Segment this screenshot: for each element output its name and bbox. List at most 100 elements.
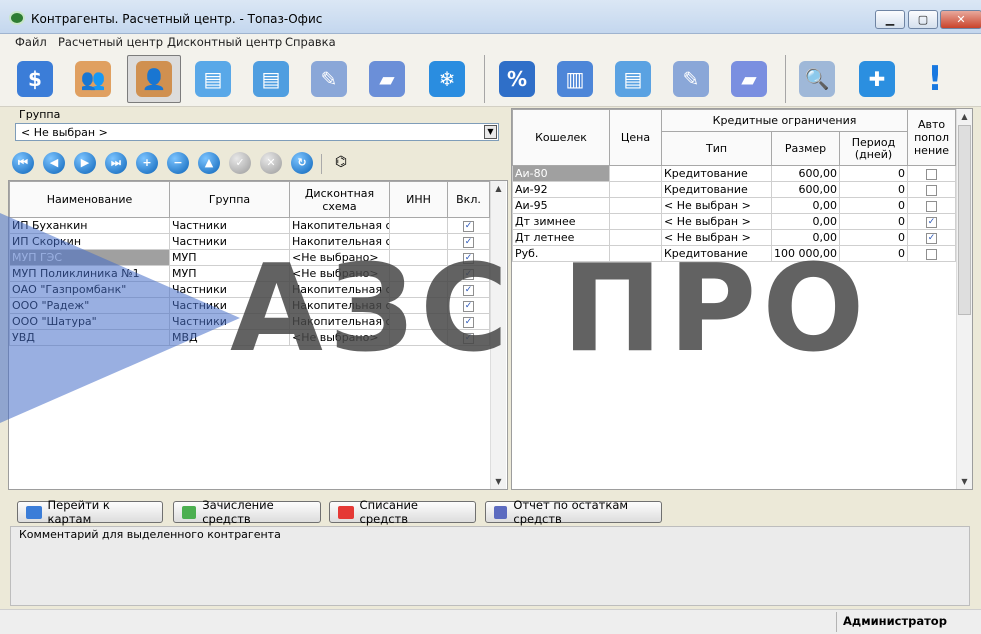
enabled-checkbox[interactable]: ✓ [463,332,474,344]
auto-refill-checkbox[interactable] [926,248,938,260]
debit-icon [338,505,354,519]
binoculars-icon[interactable]: ⌬ [330,154,352,174]
table-row[interactable]: ИП СкоркинЧастникиНакопительная ски ✓ [9,233,490,250]
right-table-scrollbar[interactable]: ▲ ▼ [956,109,972,489]
scroll-down-icon[interactable]: ▼ [491,474,506,489]
enabled-checkbox[interactable]: ✓ [463,236,474,248]
delete-record-icon[interactable]: − [167,152,189,174]
app-icon [9,11,25,25]
enabled-checkbox[interactable]: ✓ [463,300,474,312]
col-size[interactable]: Размер [771,131,840,166]
enabled-checkbox[interactable]: ✓ [463,316,474,328]
col-inn[interactable]: ИНН [389,181,448,218]
col-discount-scheme[interactable]: Дисконтная схема [289,181,390,218]
toolbar-btn-cards-blue[interactable]: ▤ [606,55,660,103]
col-type[interactable]: Тип [661,131,772,166]
close-button[interactable]: ✕ [940,10,981,29]
toolbar-btn-book[interactable]: ▰ [360,55,414,103]
table-row[interactable]: Дт летнее < Не выбран >0,00 0 ✓ [512,229,957,246]
debit-funds-button[interactable]: Списание средств [329,498,476,526]
toolbar-btn-users-pair[interactable]: 👤 [127,55,181,103]
col-auto-refill[interactable]: Авто попол нение [907,109,957,166]
table-row-selected[interactable]: Аи-80 Кредитование 600,00 0 [512,165,957,182]
table-row[interactable]: ООО "Радеж"ЧастникиНакопительная ски ✓ [9,297,490,314]
cell-wallet: Дт летнее [512,229,610,246]
toolbar-btn-card-file[interactable]: ▥ [548,55,602,103]
col-wallet[interactable]: Кошелек [512,109,610,166]
chevron-down-icon[interactable]: ▼ [484,125,497,139]
add-record-icon[interactable]: + [136,152,158,174]
scroll-up-icon[interactable]: ▲ [957,109,972,124]
cell-group: Частники [169,281,290,298]
enabled-checkbox[interactable]: ✓ [463,268,474,280]
scroll-down-icon[interactable]: ▼ [957,474,972,489]
first-record-icon[interactable]: ⏮ [12,152,34,174]
menu-help[interactable]: Справка [285,35,336,49]
auto-refill-checkbox[interactable] [926,168,938,180]
auto-refill-checkbox[interactable] [926,200,938,212]
table-row[interactable]: МУП Поликлиника №1 МУП <Не выбрано> ✓ [9,265,490,282]
toolbar-btn-exclamation[interactable]: ! [908,55,962,103]
table-row[interactable]: Аи-95 < Не выбран >0,00 0 [512,197,957,214]
toolbar-btn-snowflake[interactable]: ❄ [420,55,474,103]
toolbar-btn-puzzle[interactable]: ✚ [850,55,904,103]
col-period[interactable]: Период (дней) [838,131,909,166]
table-row[interactable]: Аи-92 Кредитование 600,00 0 [512,181,957,198]
refresh-icon[interactable]: ↻ [291,152,313,174]
toolbar-btn-discount[interactable]: % [490,55,544,103]
prev-record-icon[interactable]: ◀ [43,152,65,174]
col-group[interactable]: Группа [169,181,290,218]
table-row[interactable]: ОАО "Газпромбанк"ЧастникиНакопительная с… [9,281,490,298]
col-name[interactable]: Наименование [9,181,170,218]
group-select[interactable]: < Не выбран > ▼ [15,123,499,141]
up-icon[interactable]: ▲ [198,152,220,174]
menu-settlement-center[interactable]: Расчетный центр [58,35,163,49]
enabled-checkbox[interactable]: ✓ [463,284,474,296]
minimize-button[interactable]: ▁ [875,10,905,29]
table-row[interactable]: ООО "Шатура"ЧастникиНакопительная ски ✓ [9,313,490,330]
next-record-icon[interactable]: ▶ [74,152,96,174]
toolbar-btn-money[interactable]: $ [8,55,62,103]
status-separator [836,612,837,632]
cell-size: 0,00 [771,213,840,230]
balance-report-button[interactable]: Отчет по остаткам средств [485,498,662,526]
auto-refill-checkbox[interactable] [926,184,938,196]
enabled-checkbox[interactable]: ✓ [463,252,474,264]
toolbar-btn-folder-book[interactable]: ▰ [722,55,776,103]
toolbar-btn-cards[interactable]: ▤ [186,55,240,103]
credit-funds-button[interactable]: Зачисление средств [173,498,321,526]
go-to-cards-button[interactable]: Перейти к картам [17,498,163,526]
comment-box[interactable]: Комментарий для выделенного контрагента [10,526,970,606]
cell-inn [389,313,448,330]
cancel-icon[interactable]: ✕ [260,152,282,174]
enabled-checkbox[interactable]: ✓ [463,220,474,232]
auto-refill-checkbox[interactable]: ✓ [926,216,938,228]
toolbar-btn-search[interactable]: 🔍 [790,55,844,103]
menu-file[interactable]: Файл [15,35,47,49]
cell-group: МУП [169,249,290,266]
col-price[interactable]: Цена [609,109,662,166]
table-row-selected[interactable]: МУП ГЭС МУП <Не выбрано> ✓ [9,249,490,266]
cell-inn [389,233,448,250]
left-table-scrollbar[interactable]: ▲ ▼ [490,181,506,489]
cell-name: ООО "Радеж" [9,297,170,314]
table-row[interactable]: Дт зимнее < Не выбран >0,00 0 ✓ [512,213,957,230]
apply-icon[interactable]: ✓ [229,152,251,174]
maximize-button[interactable]: ▢ [908,10,938,29]
col-credit-limits[interactable]: Кредитные ограничения [660,109,909,132]
col-enabled[interactable]: Вкл. [447,181,490,218]
toolbar-btn-notepad[interactable]: ✎ [664,55,718,103]
auto-refill-checkbox[interactable]: ✓ [926,232,938,244]
toolbar-btn-document[interactable]: ✎ [302,55,356,103]
table-row[interactable]: ИП БуханкинЧастникиНакопительная ски ✓ [9,217,490,234]
menu-discount-center[interactable]: Дисконтный центр [167,35,282,49]
table-row[interactable]: УВД МВД <Не выбрано> ✓ [9,329,490,346]
cell-group: Частники [169,233,290,250]
table-row[interactable]: Руб. Кредитование 100 000,00 0 [512,245,957,262]
last-record-icon[interactable]: ⏭ [105,152,127,174]
scroll-up-icon[interactable]: ▲ [491,181,506,196]
cell-name: МУП Поликлиника №1 [9,265,170,282]
toolbar-btn-cards-stack[interactable]: ▤ [244,55,298,103]
toolbar-btn-users-group[interactable]: 👥 [66,55,120,103]
scroll-thumb[interactable] [958,125,971,315]
